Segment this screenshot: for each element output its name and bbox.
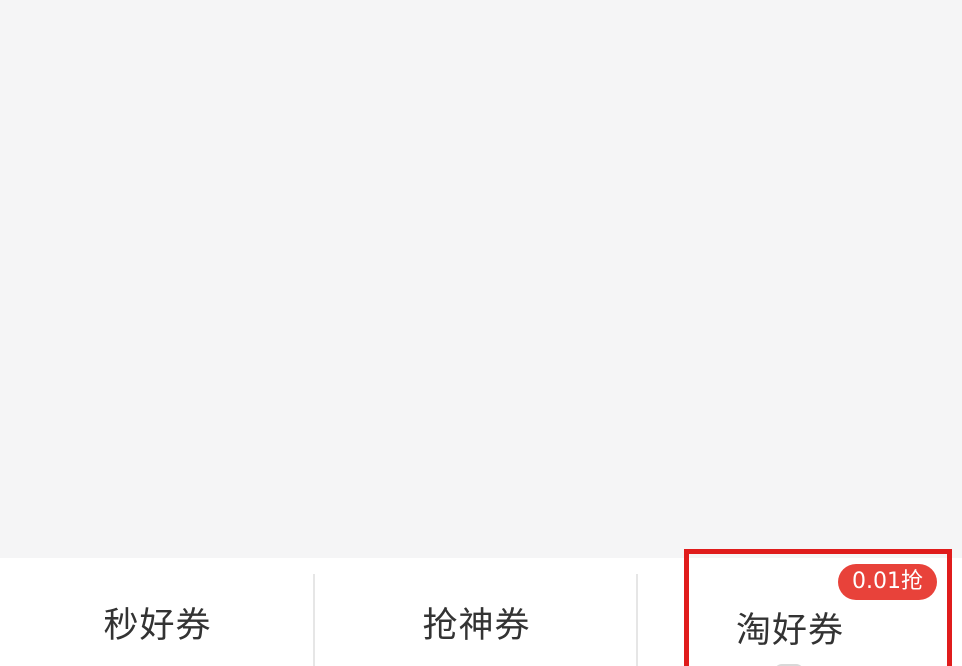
app-screen: 秒好券 抢神券 0.01抢 淘好券 — [0, 0, 962, 666]
tab-miaohaoquan[interactable]: 秒好券 — [0, 558, 315, 666]
tab-qiangshenquan[interactable]: 抢神券 — [315, 558, 638, 666]
bottom-tab-bar: 秒好券 抢神券 0.01抢 淘好券 — [0, 558, 962, 666]
tab-label: 淘好券 — [735, 610, 844, 651]
promo-badge: 0.01抢 — [838, 564, 937, 600]
content-area — [0, 0, 962, 558]
tab-label: 抢神券 — [422, 605, 531, 646]
tab-label: 秒好券 — [103, 605, 212, 646]
tab-taohaoquan[interactable]: 0.01抢 淘好券 — [638, 558, 962, 666]
